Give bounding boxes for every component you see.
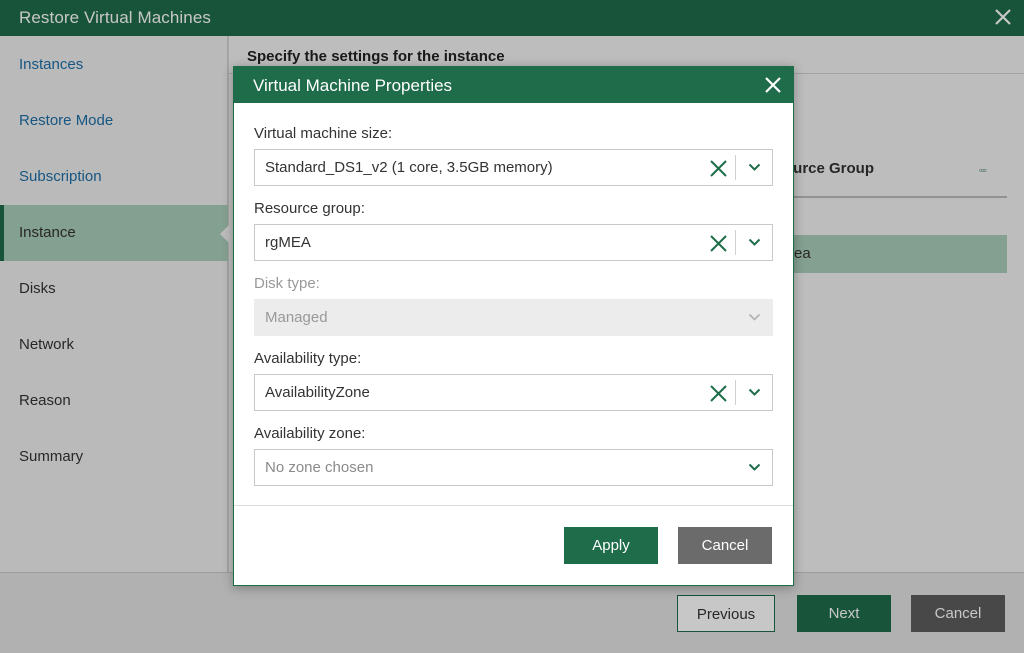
dialog-title: Virtual Machine Properties — [253, 76, 453, 95]
resource-group-select[interactable]: rgMEA — [254, 224, 773, 261]
availability-zone-select[interactable]: No zone chosen — [254, 449, 773, 486]
availability-type-select[interactable]: AvailabilityZone — [254, 374, 773, 411]
chevron-down-icon[interactable] — [748, 163, 761, 172]
chevron-down-icon — [748, 313, 761, 321]
select-separator — [735, 230, 736, 255]
availability-type-label: Availability type: — [254, 350, 362, 367]
disk-type-select: Managed — [254, 299, 773, 336]
disk-type-value: Managed — [265, 309, 328, 326]
disk-type-label: Disk type: — [254, 275, 320, 292]
select-separator — [735, 155, 736, 180]
close-icon[interactable] — [764, 76, 782, 94]
availability-zone-label: Availability zone: — [254, 425, 366, 442]
vm-properties-dialog: Virtual Machine Properties Virtual machi… — [233, 66, 794, 586]
chevron-down-icon[interactable] — [748, 388, 761, 397]
chevron-down-icon[interactable] — [748, 238, 761, 247]
clear-icon[interactable] — [709, 159, 728, 178]
availability-type-value: AvailabilityZone — [265, 384, 370, 401]
chevron-down-icon[interactable] — [748, 463, 761, 472]
resource-group-label: Resource group: — [254, 200, 365, 217]
dialog-header: Virtual Machine Properties — [234, 67, 793, 103]
clear-icon[interactable] — [709, 384, 728, 403]
resource-group-value: rgMEA — [265, 234, 311, 251]
vm-size-label: Virtual machine size: — [254, 125, 393, 142]
dialog-divider — [234, 505, 793, 506]
apply-button[interactable]: Apply — [564, 527, 658, 564]
vm-size-value: Standard_DS1_v2 (1 core, 3.5GB memory) — [265, 159, 553, 176]
dialog-cancel-button[interactable]: Cancel — [678, 527, 772, 564]
select-separator — [735, 380, 736, 405]
clear-icon[interactable] — [709, 234, 728, 253]
availability-zone-placeholder: No zone chosen — [265, 459, 374, 476]
vm-size-select[interactable]: Standard_DS1_v2 (1 core, 3.5GB memory) — [254, 149, 773, 186]
